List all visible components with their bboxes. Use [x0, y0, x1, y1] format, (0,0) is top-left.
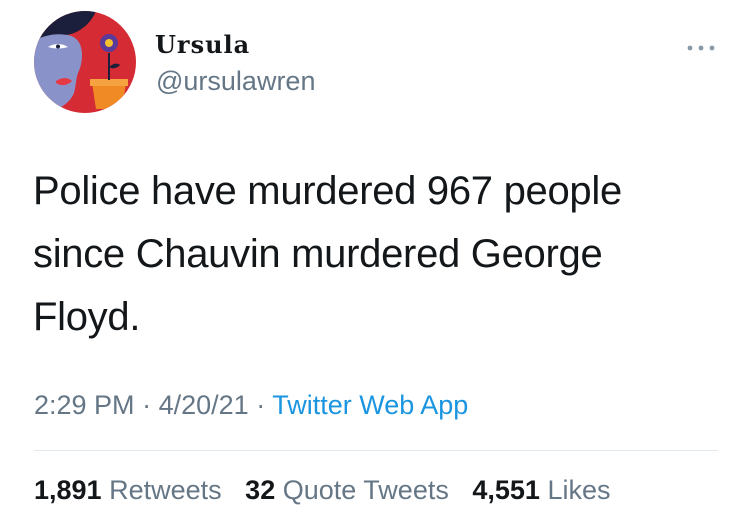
retweets-stat[interactable]: 1,891 Retweets [34, 475, 222, 506]
tweet-time[interactable]: 2:29 PM [34, 390, 135, 420]
retweets-label: Retweets [109, 475, 222, 505]
avatar[interactable] [34, 11, 136, 113]
user-handle[interactable]: @ursulawren [156, 66, 315, 97]
avatar-illustration [34, 11, 136, 113]
tweet-card: Ursula @ursulawren Police have murdered … [0, 0, 750, 526]
tweet-date[interactable]: 4/20/21 [159, 390, 249, 420]
tweet-meta: 2:29 PM · 4/20/21 · Twitter Web App [34, 390, 468, 421]
likes-count: 4,551 [472, 475, 540, 505]
meta-separator: · [142, 390, 152, 420]
meta-separator: · [256, 390, 266, 420]
more-horizontal-icon[interactable] [686, 40, 716, 51]
quote-tweets-count: 32 [245, 475, 276, 505]
tweet-source-link[interactable]: Twitter Web App [272, 390, 468, 420]
quote-tweets-label: Quote Tweets [282, 475, 449, 505]
divider [34, 450, 718, 451]
likes-label: Likes [547, 475, 611, 505]
tweet-stats: 1,891 Retweets 32 Quote Tweets 4,551 Lik… [34, 475, 626, 506]
tweet-text: Police have murdered 967 people since Ch… [33, 169, 622, 339]
display-name[interactable]: Ursula [155, 30, 250, 59]
quote-tweets-stat[interactable]: 32 Quote Tweets [245, 475, 449, 506]
likes-stat[interactable]: 4,551 Likes [472, 475, 610, 506]
retweets-count: 1,891 [34, 475, 102, 505]
